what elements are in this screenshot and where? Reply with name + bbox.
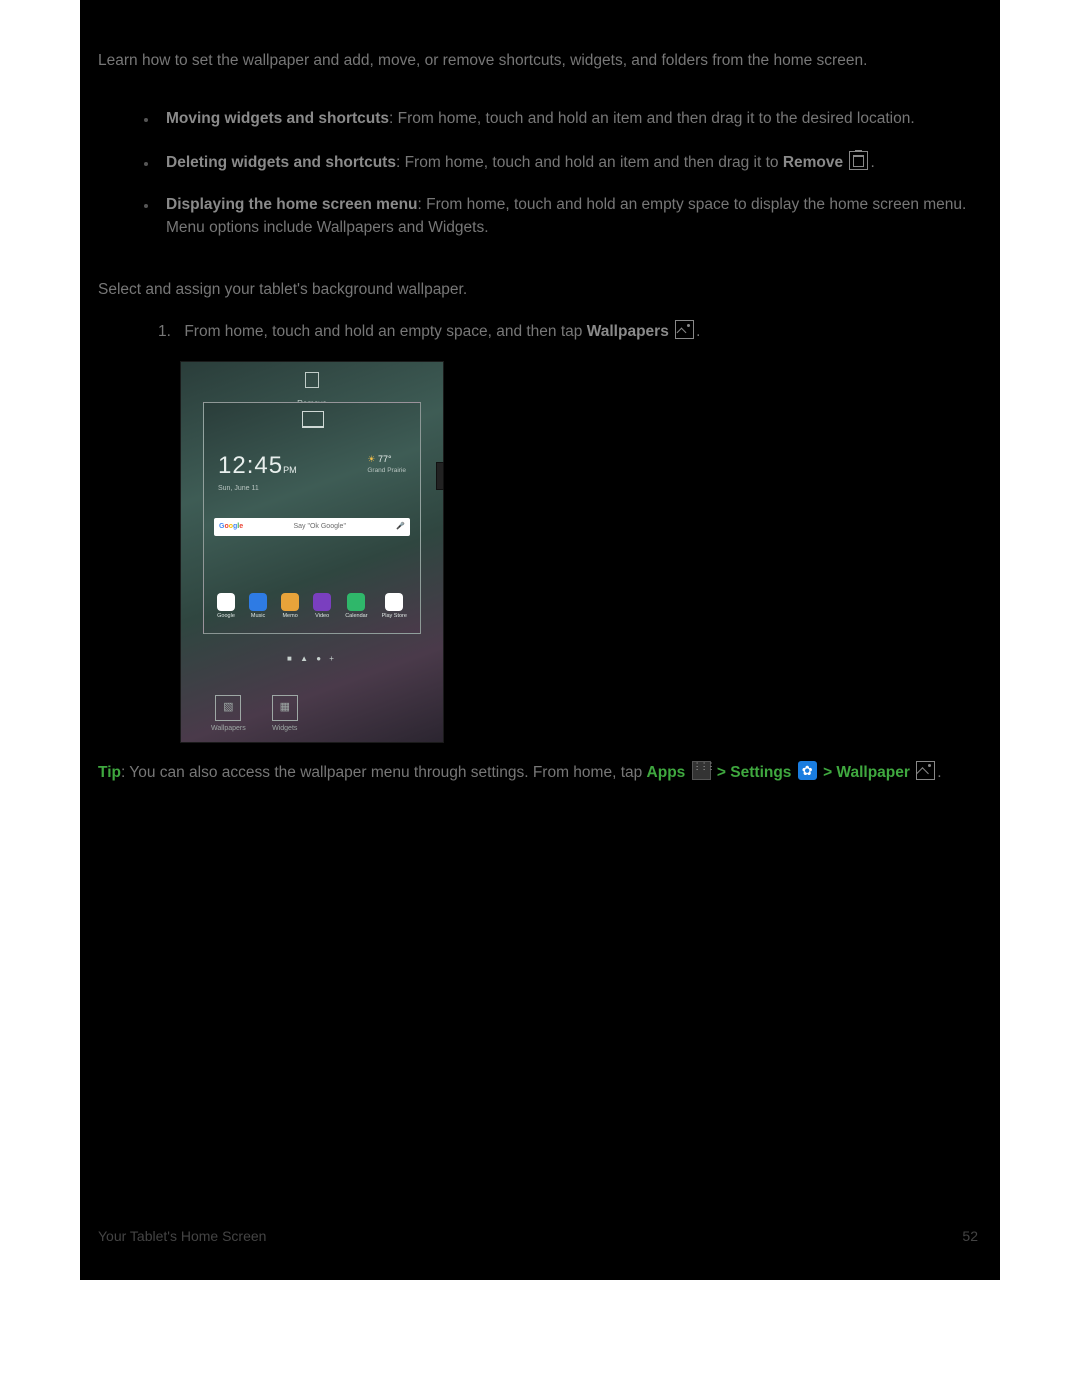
ss-clock-widget: 12:45PM Sun, June 11: [218, 449, 297, 494]
sun-icon: ☀: [367, 454, 375, 464]
ss-home-icon: [302, 411, 324, 428]
ss-date: Sun, June 11: [218, 484, 297, 494]
wallpapers-label: Wallpapers: [587, 323, 669, 340]
sep: >: [717, 764, 730, 781]
footer-page-number: 52: [962, 1228, 978, 1244]
ss-home-preview: 12:45PM Sun, June 11 ☀ 77° Grand Prairie…: [203, 402, 421, 634]
tip-paragraph: Tip: You can also access the wallpaper m…: [98, 761, 978, 786]
tip-text-a: : You can also access the wallpaper menu…: [121, 764, 647, 781]
period: .: [937, 764, 941, 781]
app-calendar: Calendar: [345, 593, 367, 621]
settings-icon: [798, 761, 817, 780]
bullet-menu: Displaying the home screen menu: From ho…: [158, 194, 978, 239]
app-music: Music: [249, 593, 267, 621]
image-icon: [675, 320, 694, 339]
ss-opt-widgets: ▦ Widgets: [272, 695, 298, 734]
ss-opt-wallpapers: ▧ Wallpapers: [211, 695, 246, 734]
page-footer: Your Tablet's Home Screen 52: [98, 1228, 978, 1244]
step-text: From home, touch and hold an empty space…: [184, 323, 586, 340]
bullet-title: Displaying the home screen menu: [166, 196, 418, 213]
ss-bottom-options: ▧ Wallpapers ▦ Widgets: [181, 695, 443, 734]
bullet-title: Deleting widgets and shortcuts: [166, 154, 396, 171]
ss-time: 12:45: [218, 452, 283, 479]
period: .: [696, 323, 700, 340]
wallpaper-intro: Select and assign your tablet's backgrou…: [98, 279, 978, 301]
operations-list: Moving widgets and shortcuts: From home,…: [98, 108, 978, 239]
wallpaper-icon: [916, 761, 935, 780]
ss-weather-widget: ☀ 77° Grand Prairie: [367, 453, 406, 475]
app-playstore: Play Store: [382, 593, 407, 621]
apps-label: Apps: [647, 764, 686, 781]
ss-pm: PM: [283, 465, 297, 475]
trash-icon: [849, 151, 868, 170]
content-area: Learn how to set the wallpaper and add, …: [80, 50, 1000, 786]
settings-label: Settings: [730, 764, 791, 781]
ss-page-indicator: ■ ▲ ● +: [181, 653, 443, 665]
app-google: Google: [217, 593, 235, 621]
ss-trash-icon: [305, 372, 319, 388]
ss-google-search: Google Say "Ok Google" 🎤: [214, 518, 410, 536]
bullet-deleting: Deleting widgets and shortcuts: From hom…: [158, 151, 978, 174]
period: .: [870, 154, 874, 171]
widgets-box-icon: ▦: [272, 695, 298, 721]
ss-side-handle: [436, 462, 444, 490]
footer-section-title: Your Tablet's Home Screen: [98, 1228, 266, 1244]
tip-label: Tip: [98, 764, 121, 781]
tablet-screenshot: Remove 12:45PM Sun, June 11 ☀ 77° Grand …: [180, 361, 444, 743]
bullet-text: : From home, touch and hold an item and …: [396, 154, 783, 171]
bullet-title: Moving widgets and shortcuts: [166, 110, 389, 127]
app-video: Video: [313, 593, 331, 621]
step-1: 1. From home, touch and hold an empty sp…: [98, 320, 978, 343]
sep: >: [823, 764, 836, 781]
ss-app-row: Google Music Memo Video Calendar Play St…: [204, 593, 420, 621]
bullet-text: : From home, touch and hold an item and …: [389, 110, 915, 127]
wallpaper-label: Wallpaper: [836, 764, 910, 781]
step-number: 1.: [158, 321, 180, 343]
ss-temp: 77°: [378, 454, 392, 464]
remove-label: Remove: [783, 154, 843, 171]
bullet-moving: Moving widgets and shortcuts: From home,…: [158, 108, 978, 130]
app-memo: Memo: [281, 593, 299, 621]
document-page: Learn how to set the wallpaper and add, …: [80, 0, 1000, 1280]
wallpapers-box-icon: ▧: [215, 695, 241, 721]
intro-paragraph: Learn how to set the wallpaper and add, …: [98, 50, 978, 72]
apps-icon: [692, 761, 711, 780]
search-hint: Say "Ok Google": [293, 522, 345, 532]
mic-icon: 🎤: [396, 522, 405, 532]
ss-city: Grand Prairie: [367, 466, 406, 475]
google-logo: Google: [219, 522, 243, 532]
